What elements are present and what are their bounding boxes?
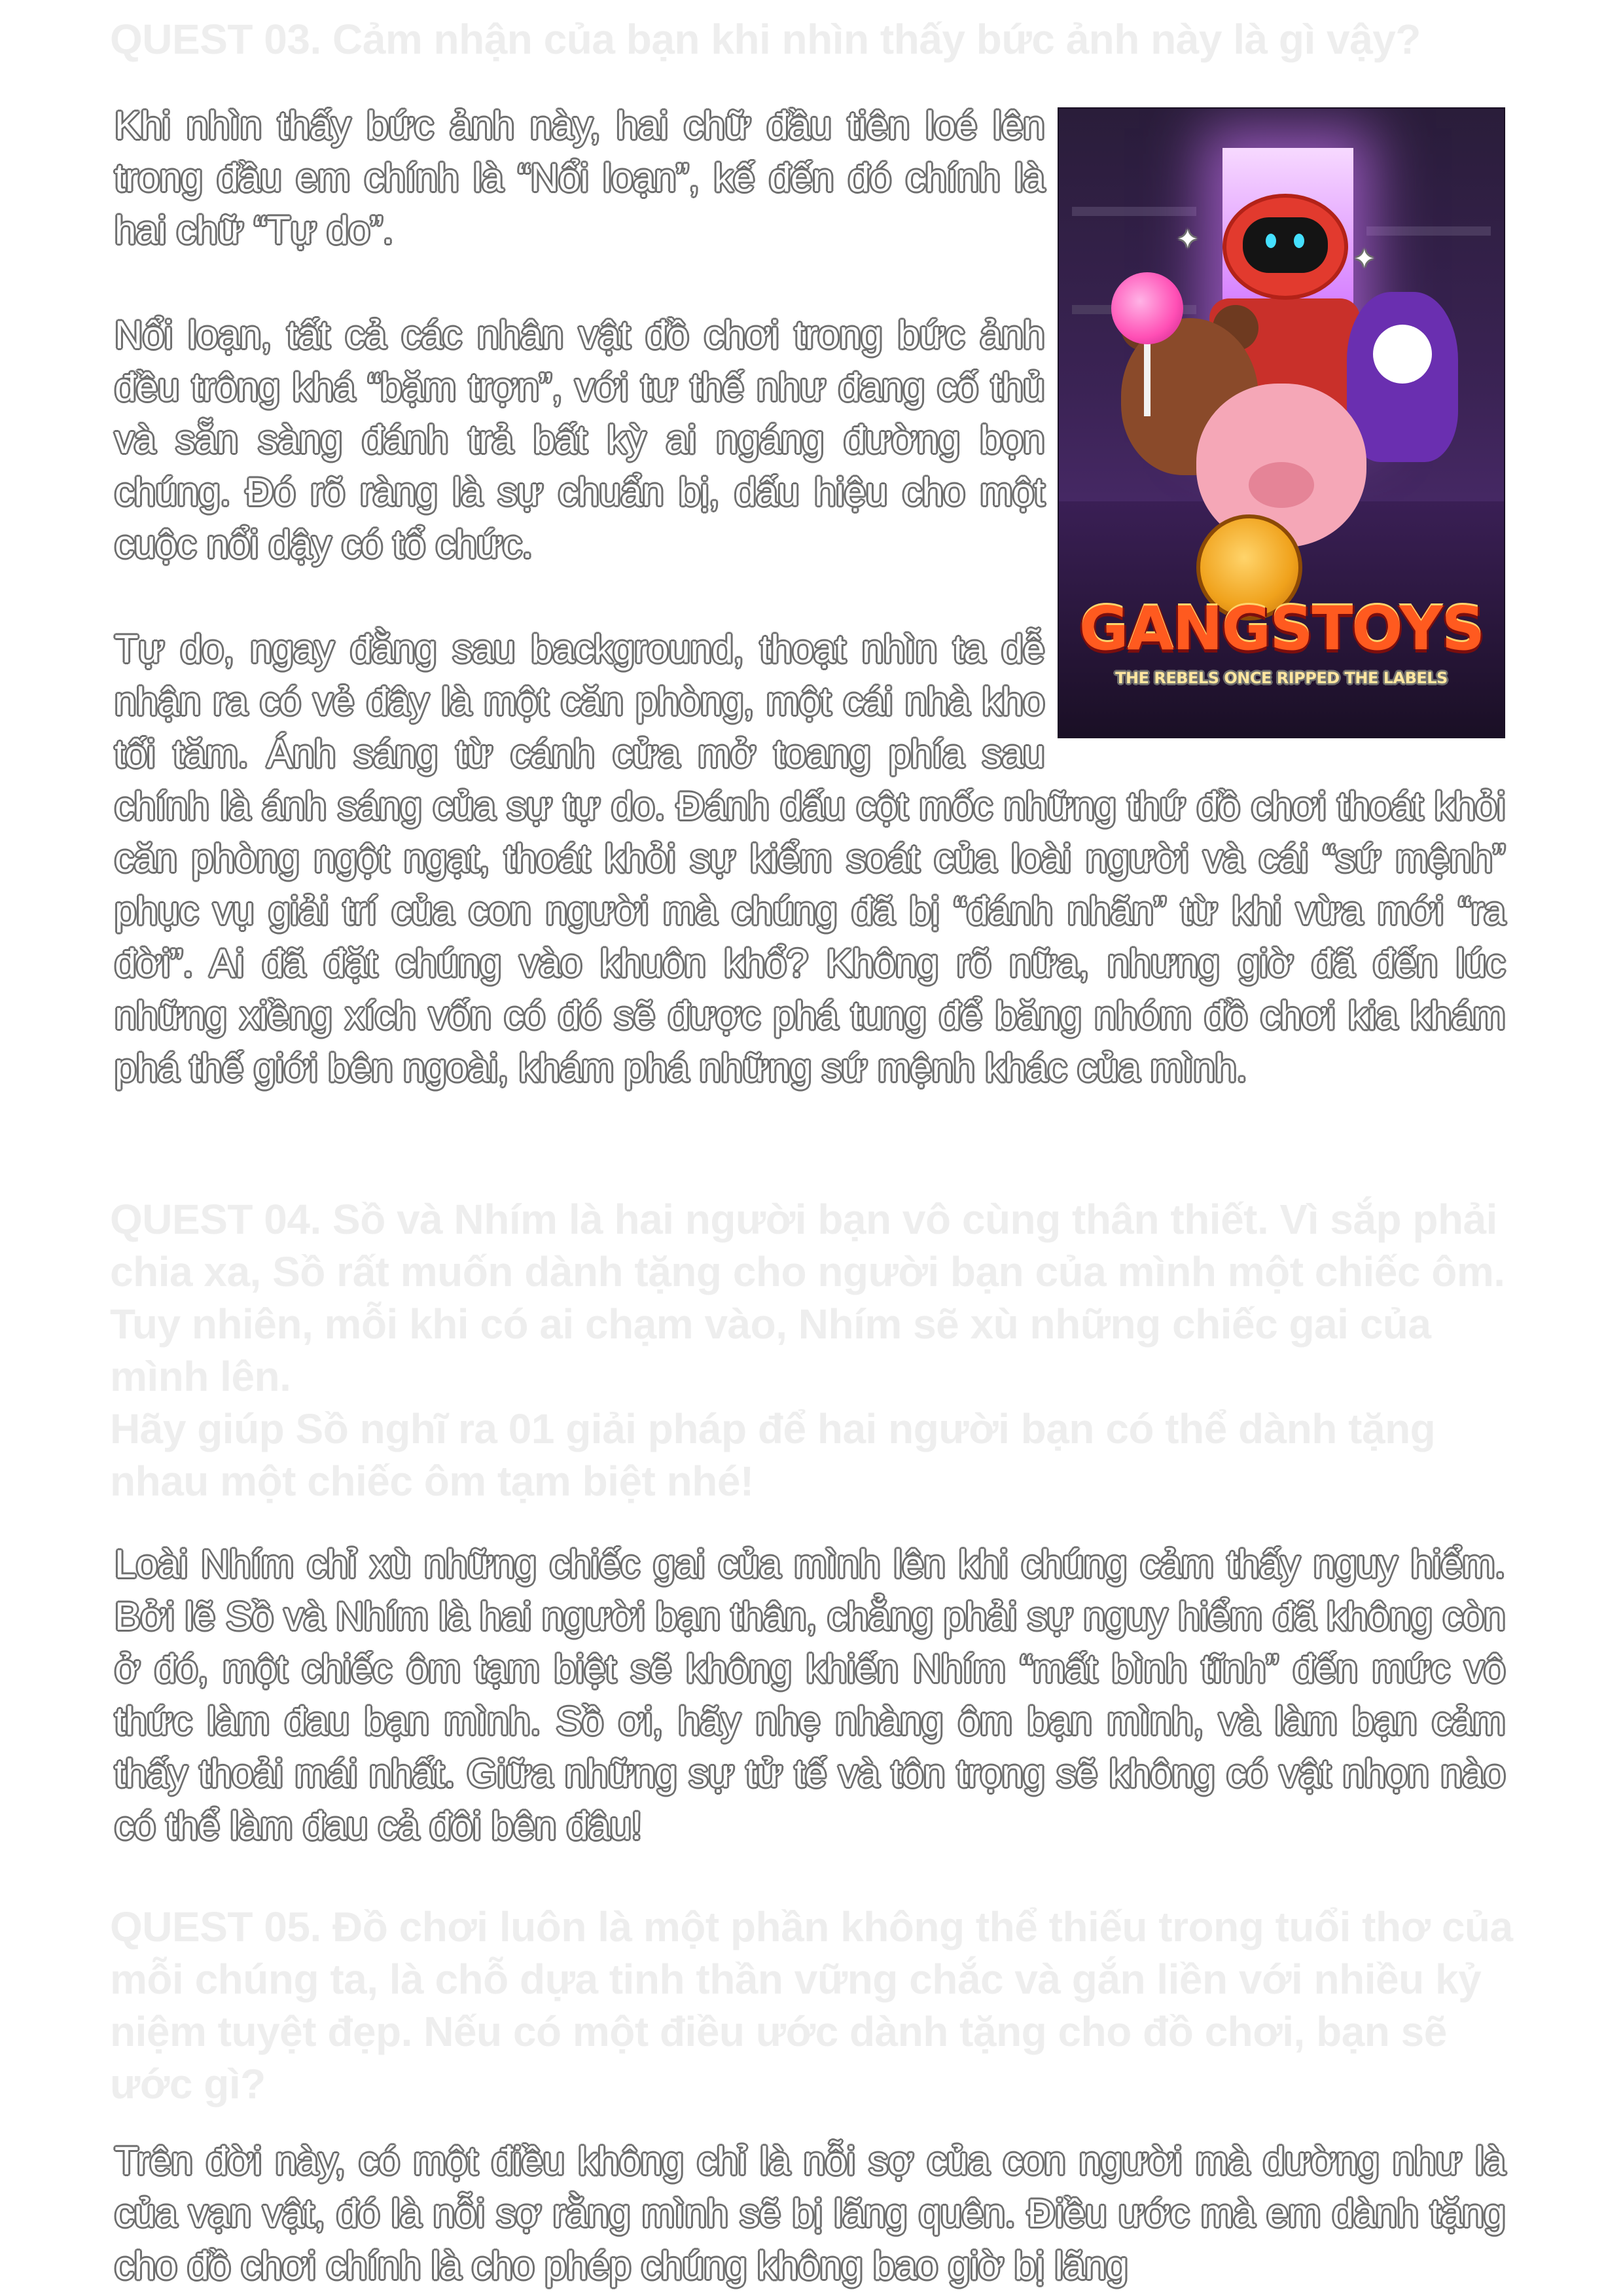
document-page: QUEST 03. Cảm nhận của bạn khi nhìn thấy… [0, 0, 1623, 2296]
sparkle-icon: ✦ [1177, 225, 1199, 254]
jester-face [1373, 325, 1432, 384]
poster-title: GANGSTOYS [1079, 594, 1485, 664]
quest-03-answer: ✦ ✦ GANGSTOYS THE REBELS ONCE RIPPED THE… [115, 99, 1506, 1094]
quest-04-heading-line: QUEST 04. Sồ và Nhím là hai người bạn vô… [110, 1196, 1505, 1400]
quest-04-answer: Loài Nhím chỉ xù những chiếc gai của mìn… [115, 1538, 1506, 1852]
quest-05-heading: QUEST 05. Đồ chơi luôn là một phần không… [110, 1903, 1513, 2108]
robot-face [1243, 217, 1328, 273]
poster-tagline: THE REBELS ONCE RIPPED THE LABELS [1115, 669, 1448, 687]
sparkle-icon: ✦ [1353, 245, 1376, 274]
lollipop [1111, 272, 1183, 344]
quest-03-heading: QUEST 03. Cảm nhận của bạn khi nhìn thấy… [110, 16, 1421, 63]
quest-05-answer: Trên đời này, có một điều không chỉ là n… [115, 2135, 1506, 2292]
quest-04-paragraph: Loài Nhím chỉ xù những chiếc gai của mìn… [115, 1542, 1506, 1848]
quest-05-paragraph: Trên đời này, có một điều không chỉ là n… [115, 2139, 1506, 2287]
jester-toy [1347, 292, 1458, 462]
lollipop-stick [1144, 338, 1150, 416]
gangstoys-poster: ✦ ✦ GANGSTOYS THE REBELS ONCE RIPPED THE… [1058, 107, 1505, 738]
robot-eye [1294, 234, 1304, 248]
robot-head [1222, 194, 1348, 300]
shelf [1366, 226, 1491, 236]
pig-snout [1249, 462, 1314, 508]
quest-04-heading: QUEST 04. Sồ và Nhím là hai người bạn vô… [110, 1193, 1517, 1507]
quest-04-heading-line: Hãy giúp Sồ nghĩ ra 01 giải pháp để hai … [110, 1405, 1436, 1505]
robot-eye [1266, 234, 1276, 248]
